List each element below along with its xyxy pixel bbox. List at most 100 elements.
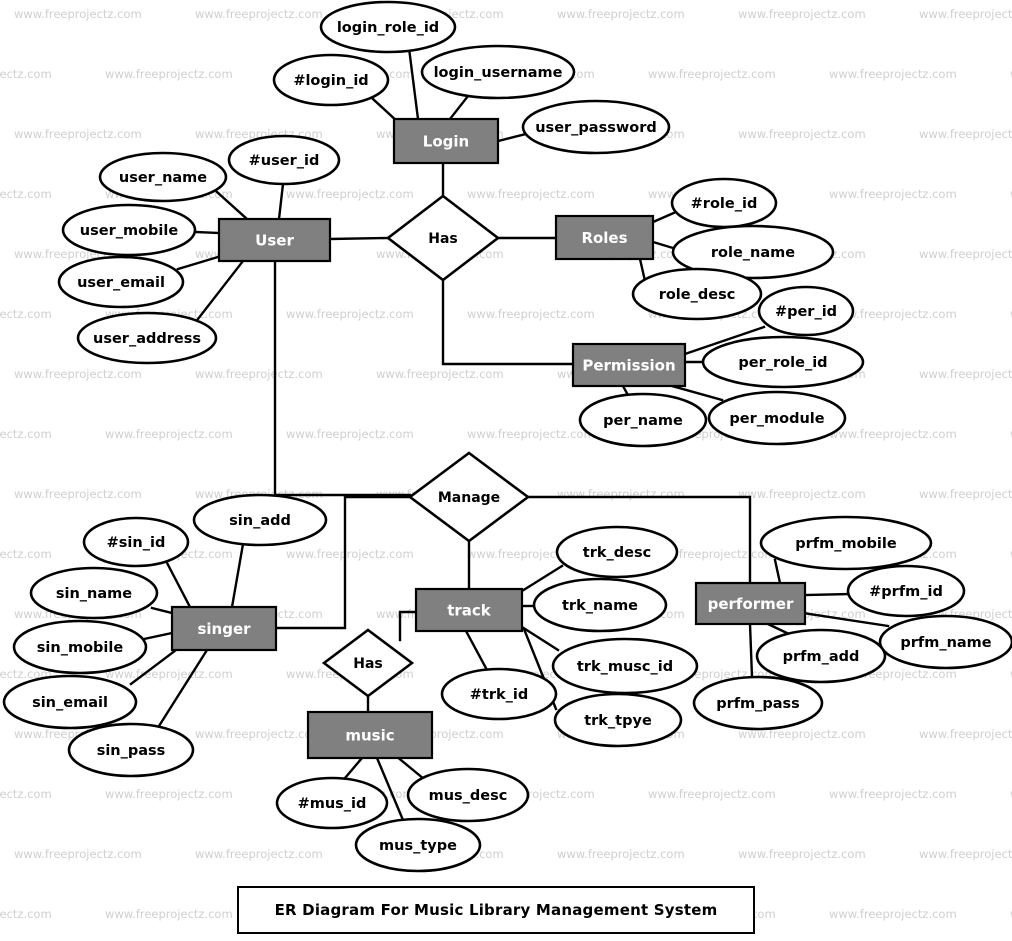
relationship-label: Has [353,656,383,672]
attribute-trk_name[interactable]: trk_name [532,577,668,633]
attribute-label: #login_id [293,73,368,89]
connector-line [773,558,782,585]
attribute-label: #prfm_id [869,584,943,600]
attribute-label: sin_mobile [37,640,124,656]
connector-line [398,610,418,642]
connector-line [651,210,678,224]
entity-label: Login [423,133,469,151]
entity-track[interactable]: track [414,587,524,633]
diagram-caption-box: ER Diagram For Music Library Management … [237,886,755,934]
entity-singer[interactable]: singer [170,605,278,652]
attribute-role_id[interactable]: #role_id [670,177,778,229]
diagram-title: ER Diagram For Music Library Management … [274,901,718,919]
attribute-label: per_name [603,413,683,429]
entity-label: music [345,727,394,745]
attribute-trk_id[interactable]: #trk_id [440,667,558,721]
attribute-label: #mus_id [298,796,367,812]
attribute-user_mobile[interactable]: user_mobile [61,203,197,257]
connector-line [163,557,192,609]
attribute-mus_id[interactable]: #mus_id [275,776,389,830]
attribute-label: prfm_mobile [795,536,897,552]
relationship-has_user_roles[interactable]: Has [385,194,501,282]
attribute-login_username[interactable]: login_username [420,44,576,100]
attribute-label: trk_name [562,598,638,614]
attribute-label: sin_email [32,695,108,711]
connector-line [230,542,245,609]
attribute-label: #per_id [775,304,837,320]
attribute-trk_desc[interactable]: trk_desc [555,525,679,579]
attribute-prfm_pass[interactable]: prfm_pass [692,675,824,731]
attribute-sin_id[interactable]: #sin_id [82,516,190,568]
attribute-per_module[interactable]: per_module [707,390,847,446]
attribute-prfm_add[interactable]: prfm_add [755,628,887,684]
attribute-label: login_role_id [337,20,439,36]
connector-line [638,257,647,283]
attribute-per_role_id[interactable]: per_role_id [701,335,865,389]
attribute-sin_email[interactable]: sin_email [2,674,138,730]
er-graph-layer: login_role_id #login_id login_usernameuser… [2,0,1012,873]
connector-line [196,259,245,321]
connector-line [464,629,489,672]
entity-label: Permission [582,357,675,375]
relationship-label: Has [428,231,458,247]
attribute-label: sin_pass [97,743,166,759]
attribute-user_id[interactable]: #user_id [227,134,341,186]
attribute-user_password[interactable]: user_password [521,99,671,155]
entity-music[interactable]: music [306,710,434,760]
entity-permission[interactable]: Permission [571,342,687,388]
attribute-label: prfm_name [900,635,991,651]
attribute-sin_name[interactable]: sin_name [29,566,159,620]
entity-label: User [255,232,294,250]
attribute-user_name[interactable]: user_name [98,151,228,203]
attribute-trk_tpye[interactable]: trk_tpye [553,692,683,748]
attribute-label: sin_add [229,513,291,529]
attribute-per_name[interactable]: per_name [578,392,708,448]
attribute-login_role_id[interactable]: login_role_id [319,0,457,54]
connector-line [343,756,364,780]
attribute-label: user_address [93,331,201,347]
attribute-sin_pass[interactable]: sin_pass [67,722,195,778]
attribute-mus_type[interactable]: mus_type [354,817,482,873]
attribute-label: #sin_id [107,535,166,551]
attribute-per_id[interactable]: #per_id [757,285,855,337]
relationship-manage[interactable]: Manage [407,451,531,543]
entity-label: track [447,602,492,620]
attribute-label: user_email [77,275,165,291]
connector-line [328,236,390,241]
attribute-label: #user_id [249,153,320,169]
connector-line [448,94,470,121]
connector-line [215,190,249,221]
entity-user[interactable]: User [217,217,332,263]
attribute-label: mus_desc [429,788,508,804]
attribute-label: prfm_add [783,649,860,665]
connector-line [803,592,852,597]
attribute-role_desc[interactable]: role_desc [631,267,763,321]
attribute-login_id[interactable]: #login_id [272,53,390,107]
attribute-prfm_name[interactable]: prfm_name [878,614,1012,670]
attribute-mus_desc[interactable]: mus_desc [406,767,530,823]
attribute-user_email[interactable]: user_email [57,255,185,309]
attribute-user_address[interactable]: user_address [76,311,218,365]
entity-performer[interactable]: performer [694,581,807,626]
attribute-prfm_mobile[interactable]: prfm_mobile [759,515,933,571]
connector-line [277,182,285,221]
attribute-label: trk_musc_id [577,659,673,675]
entity-label: singer [197,620,251,638]
attribute-label: user_password [535,120,657,136]
attribute-sin_add[interactable]: sin_add [192,493,328,547]
attribute-label: trk_desc [583,545,651,561]
attribute-label: trk_tpye [584,713,652,729]
attribute-label: per_role_id [738,355,827,371]
attribute-prfm_id[interactable]: #prfm_id [846,564,966,618]
attribute-label: per_module [729,411,824,427]
attribute-label: user_name [119,170,207,186]
connector-line [766,622,791,636]
entity-label: Roles [581,229,627,247]
attribute-trk_musc_id[interactable]: trk_musc_id [551,637,699,695]
entity-login[interactable]: Login [392,117,500,165]
connector-line [273,259,412,497]
relationship-label: Manage [438,490,500,506]
attribute-sin_mobile[interactable]: sin_mobile [12,619,148,675]
connector-line [142,631,174,641]
entity-roles[interactable]: Roles [554,214,655,261]
